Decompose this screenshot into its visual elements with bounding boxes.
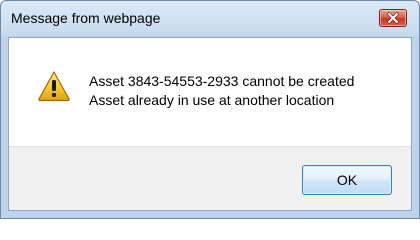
button-bar: OK	[9, 146, 411, 210]
close-icon	[387, 12, 399, 24]
dialog-body: Asset 3843-54553-2933 cannot be created …	[8, 37, 412, 211]
message-area: Asset 3843-54553-2933 cannot be created …	[9, 38, 411, 146]
message-line-2: Asset already in use at another location	[89, 92, 335, 108]
close-button[interactable]	[379, 9, 407, 27]
ok-button[interactable]: OK	[302, 165, 392, 195]
title-bar[interactable]: Message from webpage	[1, 1, 419, 35]
message-text: Asset 3843-54553-2933 cannot be created …	[89, 72, 354, 110]
message-line-1: Asset 3843-54553-2933 cannot be created	[89, 73, 355, 89]
window-title: Message from webpage	[11, 10, 161, 26]
warning-icon	[38, 71, 70, 102]
dialog-window: Message from webpage Asset 3843-54553-29…	[0, 0, 420, 219]
